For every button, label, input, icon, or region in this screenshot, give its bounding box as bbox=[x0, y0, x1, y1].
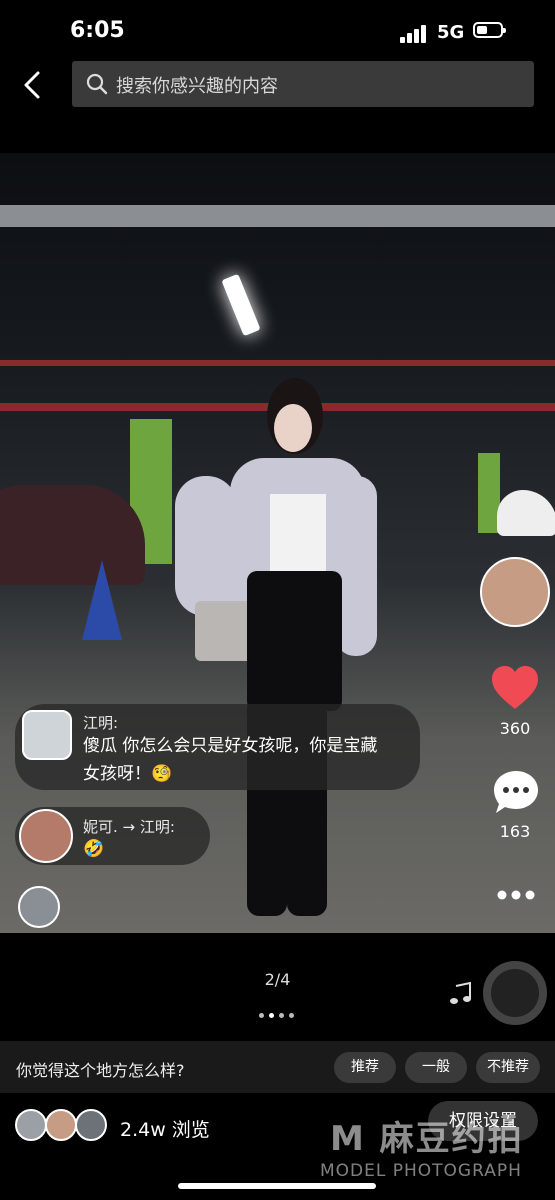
ceiling-lamp bbox=[221, 273, 261, 337]
viewer-avatar bbox=[45, 1109, 77, 1141]
like-heart-icon[interactable] bbox=[490, 665, 540, 711]
feedback-bar: 你觉得这个地方怎么样? 推荐 一般 不推荐 bbox=[0, 1041, 555, 1093]
viewer-avatar bbox=[75, 1109, 107, 1141]
feedback-question: 你觉得这个地方怎么样? bbox=[16, 1061, 185, 1080]
battery-icon bbox=[473, 22, 506, 38]
home-indicator[interactable] bbox=[178, 1183, 376, 1189]
comment-count: 163 bbox=[499, 822, 531, 841]
view-count: 2.4w 浏览 bbox=[120, 1119, 210, 1141]
signal-icon bbox=[400, 25, 428, 43]
comment-text: 傻瓜 你怎么会只是好女孩呢，你是宝藏 bbox=[83, 736, 378, 756]
search-placeholder: 搜索你感兴趣的内容 bbox=[116, 76, 278, 97]
reply-username: 妮可. → 江明: bbox=[83, 818, 175, 836]
reply-text: 🤣 bbox=[83, 839, 105, 859]
music-disc[interactable] bbox=[483, 961, 547, 1025]
ceiling-pipe bbox=[0, 360, 555, 366]
page-dots bbox=[259, 1003, 299, 1022]
comment-icon[interactable] bbox=[492, 769, 540, 815]
neutral-button[interactable]: 一般 bbox=[405, 1052, 467, 1083]
recommend-button[interactable]: 推荐 bbox=[334, 1052, 396, 1083]
network-label: 5G bbox=[437, 22, 465, 43]
viewer-avatar bbox=[15, 1109, 47, 1141]
avatar[interactable] bbox=[19, 809, 73, 863]
white-car bbox=[497, 490, 555, 536]
status-time: 6:05 bbox=[70, 18, 125, 43]
like-count: 360 bbox=[499, 719, 531, 738]
back-arrow-icon[interactable] bbox=[20, 70, 46, 100]
traffic-cone bbox=[82, 560, 122, 640]
search-bar[interactable]: 搜索你感兴趣的内容 bbox=[72, 61, 534, 107]
search-icon bbox=[86, 73, 108, 95]
watermark-subtitle: MODEL PHOTOGRAPH bbox=[320, 1161, 522, 1181]
ceiling-beam bbox=[0, 205, 555, 227]
more-options-icon[interactable] bbox=[497, 889, 535, 901]
watermark-logo: M 麻豆约拍 bbox=[330, 1119, 524, 1159]
music-note-icon bbox=[450, 982, 471, 1004]
parked-car bbox=[0, 485, 145, 585]
comment-text-line2: 女孩呀！🧐 bbox=[83, 764, 173, 784]
reply-bubble[interactable]: 妮可. → 江明: 🤣 bbox=[15, 807, 210, 865]
comment-username: 江明: bbox=[83, 714, 119, 732]
avatar-commenter[interactable] bbox=[18, 886, 60, 928]
author-avatar[interactable] bbox=[480, 557, 550, 627]
not-recommend-button[interactable]: 不推荐 bbox=[476, 1052, 540, 1083]
comment-bubble[interactable]: 江明: 傻瓜 你怎么会只是好女孩呢，你是宝藏 女孩呀！🧐 bbox=[15, 704, 420, 790]
avatar[interactable] bbox=[22, 710, 72, 760]
